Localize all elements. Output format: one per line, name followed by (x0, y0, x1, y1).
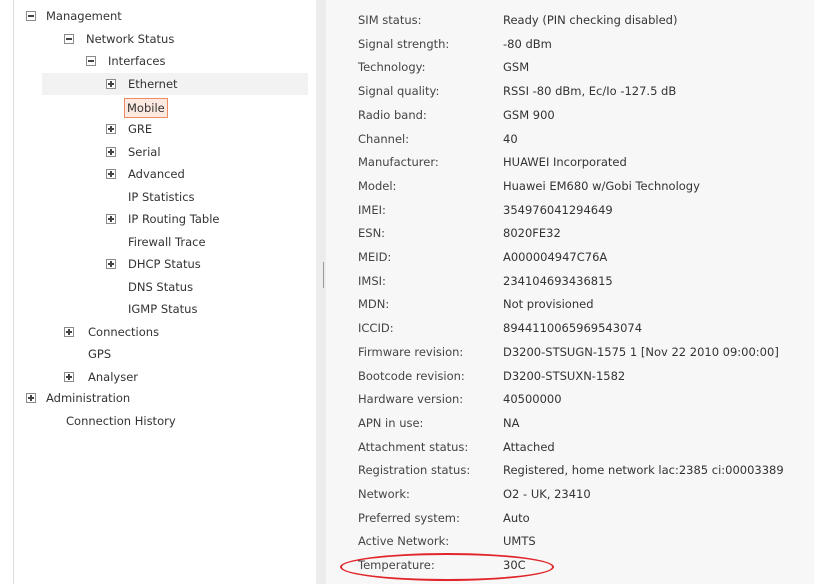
detail-value: GSM (503, 60, 530, 75)
splitter-grip-icon[interactable] (323, 262, 324, 288)
detail-value: D3200-STSUXN-1582 (503, 368, 626, 383)
tree-item-label: Connections (88, 325, 160, 339)
detail-value: Ready (PIN checking disabled) (503, 13, 678, 27)
mobile-status-panel: SIM status: Ready (PIN checking disabled… (326, 0, 814, 584)
detail-value: 8020FE32 (503, 226, 561, 241)
detail-label: Signal strength: (358, 36, 450, 51)
tree-item-label: GRE (128, 122, 153, 136)
expand-icon[interactable] (64, 372, 74, 382)
detail-value: Registered, home network lac:2385 ci:000… (503, 463, 784, 478)
tree-item-label: Analyser (88, 370, 138, 384)
detail-label: Attachment status: (358, 439, 469, 454)
tree-item-label: DNS Status (128, 280, 194, 294)
detail-label: Firmware revision: (358, 344, 464, 359)
expand-icon[interactable] (64, 327, 74, 337)
detail-label: Technology: (358, 60, 426, 75)
detail-label: IMEI: (358, 202, 386, 217)
detail-label: IMSI: (358, 273, 386, 288)
detail-label: MDN: (358, 297, 390, 312)
detail-value: HUAWEI Incorporated (503, 155, 627, 170)
detail-label: Active Network: (358, 534, 450, 549)
detail-value: Auto (503, 510, 530, 525)
detail-value: Not provisioned (503, 297, 594, 312)
detail-value: Attached (503, 439, 555, 454)
temperature-highlight-annotation (340, 553, 554, 581)
tree-item-label: IGMP Status (128, 302, 198, 316)
detail-label: ICCID: (358, 321, 394, 336)
detail-value: RSSI -80 dBm, Ec/Io -127.5 dB (503, 84, 677, 99)
detail-value: 234104693436815 (503, 273, 613, 288)
expand-icon[interactable] (106, 124, 116, 134)
expand-icon[interactable] (26, 393, 36, 403)
detail-value: O2 - UK, 23410 (503, 487, 591, 501)
tree-item-label-selected: Mobile (124, 98, 168, 118)
detail-value: -80 dBm (503, 36, 552, 51)
detail-label: Channel: (358, 131, 410, 146)
navigation-tree: Management Network Status Interfaces Eth… (0, 0, 316, 584)
detail-value: Huawei EM680 w/Gobi Technology (503, 178, 700, 193)
tree-item-label: GPS (88, 347, 112, 361)
collapse-icon[interactable] (86, 56, 96, 66)
detail-label: Manufacturer: (358, 155, 439, 170)
detail-label: Model: (358, 178, 397, 193)
tree-item-label: Management (46, 9, 122, 23)
tree-item-label: Connection History (66, 414, 176, 428)
expand-icon[interactable] (106, 79, 116, 89)
collapse-icon[interactable] (26, 11, 36, 21)
tree-item-label: DHCP Status (128, 257, 201, 271)
collapse-icon[interactable] (64, 34, 74, 44)
detail-value: 40500000 (503, 392, 562, 407)
tree-item-label: Serial (128, 145, 161, 159)
detail-value: D3200-STSUGN-1575 1 [Nov 22 2010 09:00:0… (503, 344, 779, 359)
detail-label: SIM status: (358, 13, 422, 27)
detail-label: Preferred system: (358, 510, 460, 525)
detail-label: Signal quality: (358, 84, 440, 99)
expand-icon[interactable] (106, 214, 116, 224)
tree-item-label: Firewall Trace (128, 235, 206, 249)
detail-value: NA (503, 415, 520, 430)
detail-value: A000004947C76A (503, 250, 608, 264)
expand-icon[interactable] (106, 147, 116, 157)
detail-label: MEID: (358, 250, 392, 264)
tree-item-label: Interfaces (108, 54, 166, 68)
tree-item-label: Network Status (86, 32, 175, 46)
detail-value: 40 (503, 131, 518, 146)
detail-value: 8944110065969543074 (503, 321, 643, 336)
expand-icon[interactable] (106, 259, 116, 269)
detail-label: APN in use: (358, 415, 424, 430)
detail-label: Radio band: (358, 107, 427, 122)
detail-label: Network: (358, 487, 410, 501)
expand-icon[interactable] (106, 169, 116, 179)
detail-label: ESN: (358, 226, 386, 241)
pane-splitter[interactable] (316, 0, 326, 584)
detail-value: UMTS (503, 534, 536, 549)
tree-item-label: IP Statistics (128, 190, 195, 204)
detail-label: Registration status: (358, 463, 471, 478)
tree-item-label: Ethernet (128, 77, 178, 91)
tree-item-label: Administration (46, 391, 131, 405)
tree-item-label: IP Routing Table (128, 212, 220, 226)
tree-item-label: Advanced (128, 167, 185, 181)
detail-label: Bootcode revision: (358, 368, 465, 383)
tree-border (13, 0, 14, 584)
detail-value: 354976041294649 (503, 202, 613, 217)
detail-label: Hardware version: (358, 392, 464, 407)
detail-value: GSM 900 (503, 107, 555, 122)
